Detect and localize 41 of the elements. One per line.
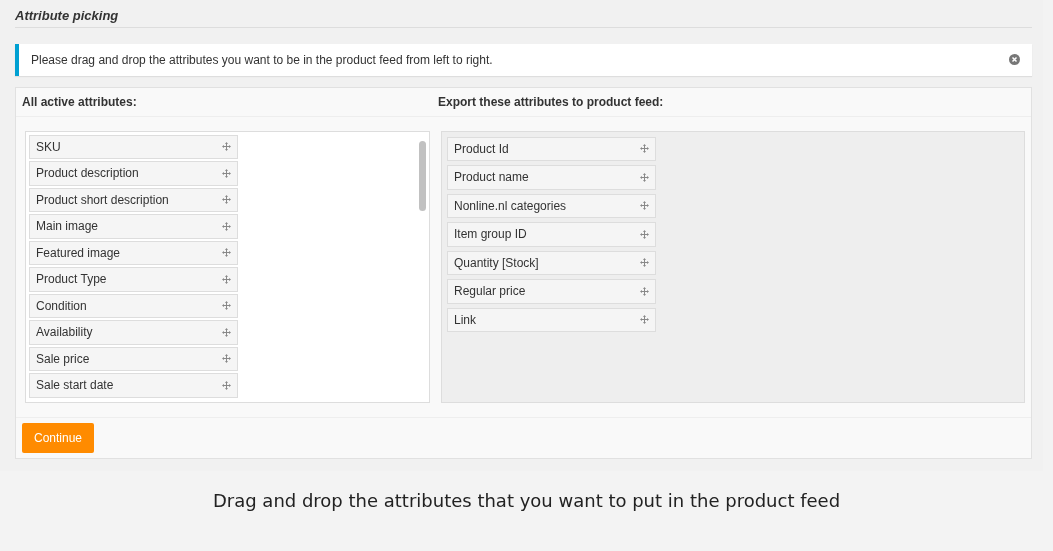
attribute-item[interactable]: Product description [29,161,238,186]
attribute-item[interactable]: Nonline.nl categories [447,193,656,218]
scrollbar-thumb[interactable] [419,140,426,211]
move-icon [222,168,231,178]
move-icon [222,221,231,231]
move-icon [640,258,649,268]
move-icon [640,229,649,239]
notice-text: Please drag and drop the attributes you want to be in the product feed from left to right. [31,51,493,69]
attribute-item[interactable]: Product name [447,165,656,190]
move-icon [222,142,231,152]
move-icon [640,144,649,154]
attribute-item[interactable]: SKU [29,134,238,159]
close-icon[interactable] [1009,54,1020,65]
move-icon [222,380,231,390]
move-icon [222,327,231,337]
column-heading: Export these attributes to product feed: [438,93,664,111]
attribute-item[interactable]: Product Type [29,267,238,292]
attribute-item[interactable]: Condition [29,293,238,318]
attribute-item[interactable]: Product short description [29,187,238,212]
attribute-item[interactable]: Sale start date [29,373,238,398]
attribute-item[interactable]: Regular price [447,279,656,304]
attribute-item[interactable]: Availability [29,320,238,345]
move-icon [222,248,231,258]
attribute-item[interactable]: Product Id [447,136,656,161]
move-icon [222,195,231,205]
move-icon [640,286,649,296]
attribute-item[interactable]: Featured image [29,240,238,265]
column-heading: All active attributes: [22,93,138,111]
attribute-item[interactable]: Item group ID [447,222,656,247]
move-icon [222,301,231,311]
move-icon [640,172,649,182]
move-icon [222,274,231,284]
move-icon [640,315,649,325]
attribute-item[interactable]: Sale price [29,346,238,371]
attribute-item[interactable]: Quantity [Stock] [447,250,656,275]
section-title: Attribute picking [15,7,119,25]
attribute-item[interactable]: Main image [29,214,238,239]
move-icon [640,201,649,211]
move-icon [222,354,231,364]
attribute-item[interactable]: Link [447,307,656,332]
caption: Drag and drop the attributes that you want to put in the product feed [211,488,842,513]
